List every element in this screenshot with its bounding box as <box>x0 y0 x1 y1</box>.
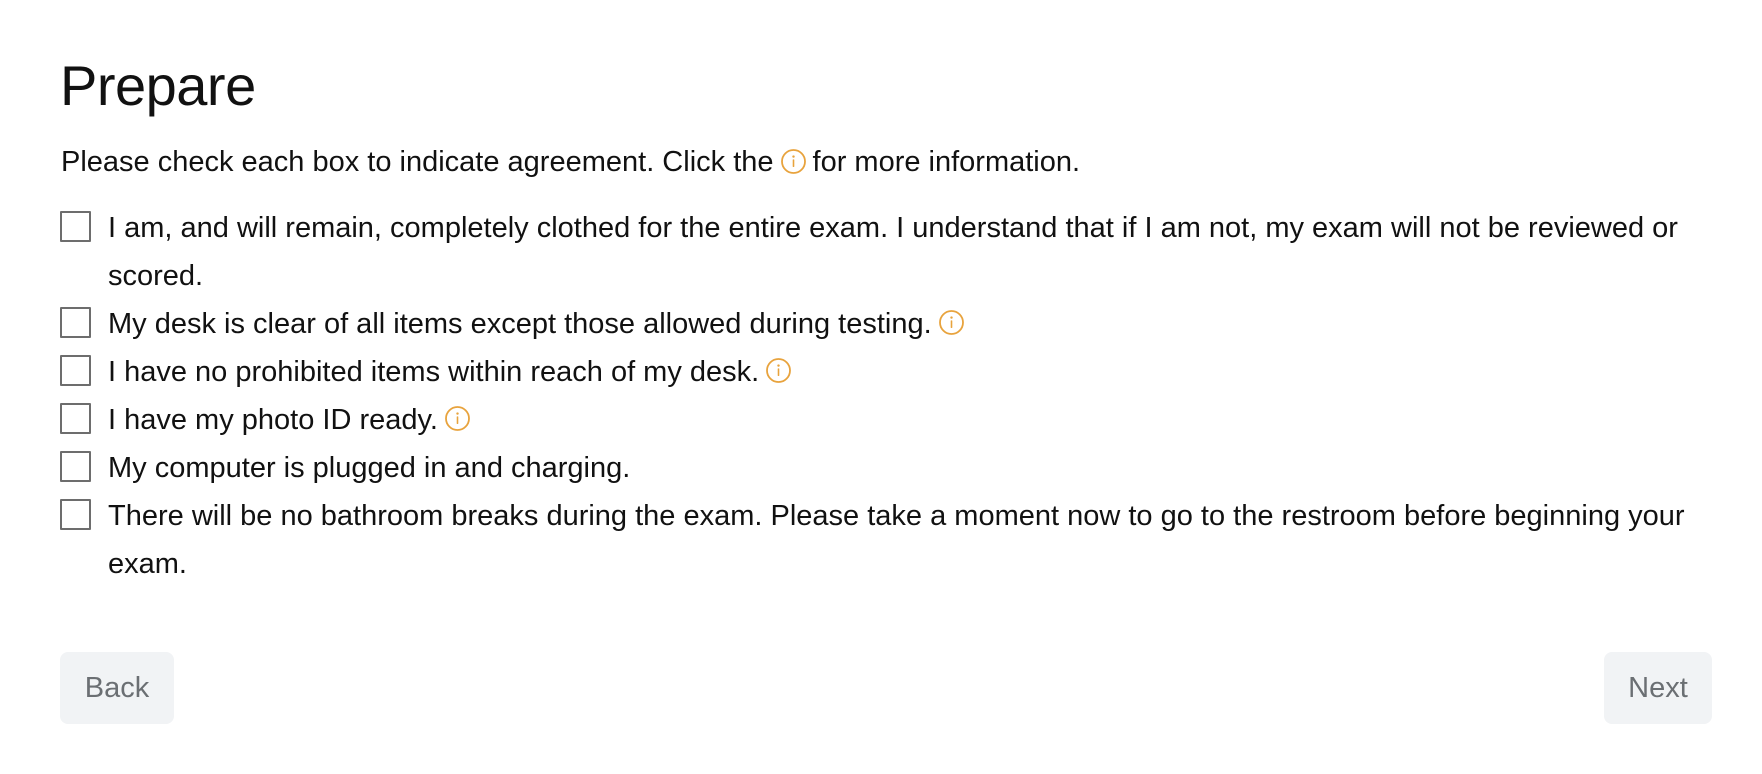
checklist-item-label: There will be no bathroom breaks during … <box>108 500 1685 580</box>
checklist-item-label: I am, and will remain, completely clothe… <box>108 212 1678 292</box>
agreement-checkbox-photo-id[interactable] <box>60 403 91 434</box>
agreement-checkbox-desk-clear[interactable] <box>60 307 91 338</box>
instructions: Please check each box to indicate agreem… <box>61 142 1080 182</box>
checklist-item-photo-id: I have my photo ID ready. <box>60 396 1720 444</box>
checklist-item-desk-clear: My desk is clear of all items except tho… <box>60 300 1720 348</box>
instructions-text-before: Please check each box to indicate agreem… <box>61 146 774 178</box>
page-title: Prepare <box>60 54 256 117</box>
agreement-checklist: I am, and will remain, completely clothe… <box>60 204 1720 588</box>
agreement-checkbox-clothed[interactable] <box>60 211 91 242</box>
checklist-item-label: My computer is plugged in and charging. <box>108 452 631 484</box>
next-button[interactable]: Next <box>1604 652 1712 724</box>
checklist-item-clothed: I am, and will remain, completely clothe… <box>60 204 1720 300</box>
agreement-checkbox-computer-charging[interactable] <box>60 451 91 482</box>
info-icon <box>780 146 807 174</box>
checklist-item-label: I have no prohibited items within reach … <box>108 356 760 388</box>
checklist-item-prohibited-items: I have no prohibited items within reach … <box>60 348 1720 396</box>
back-button[interactable]: Back <box>60 652 174 724</box>
info-icon[interactable] <box>765 351 792 383</box>
instructions-text-after: for more information. <box>812 146 1081 178</box>
prepare-page: Prepare Please check each box to indicat… <box>0 0 1762 774</box>
info-icon[interactable] <box>444 399 471 431</box>
info-icon[interactable] <box>938 303 965 335</box>
checklist-item-label: I have my photo ID ready. <box>108 404 438 436</box>
checklist-item-computer-charging: My computer is plugged in and charging. <box>60 444 1720 492</box>
agreement-checkbox-bathroom[interactable] <box>60 499 91 530</box>
checklist-item-label: My desk is clear of all items except tho… <box>108 308 932 340</box>
agreement-checkbox-prohibited-items[interactable] <box>60 355 91 386</box>
checklist-item-bathroom: There will be no bathroom breaks during … <box>60 492 1720 588</box>
